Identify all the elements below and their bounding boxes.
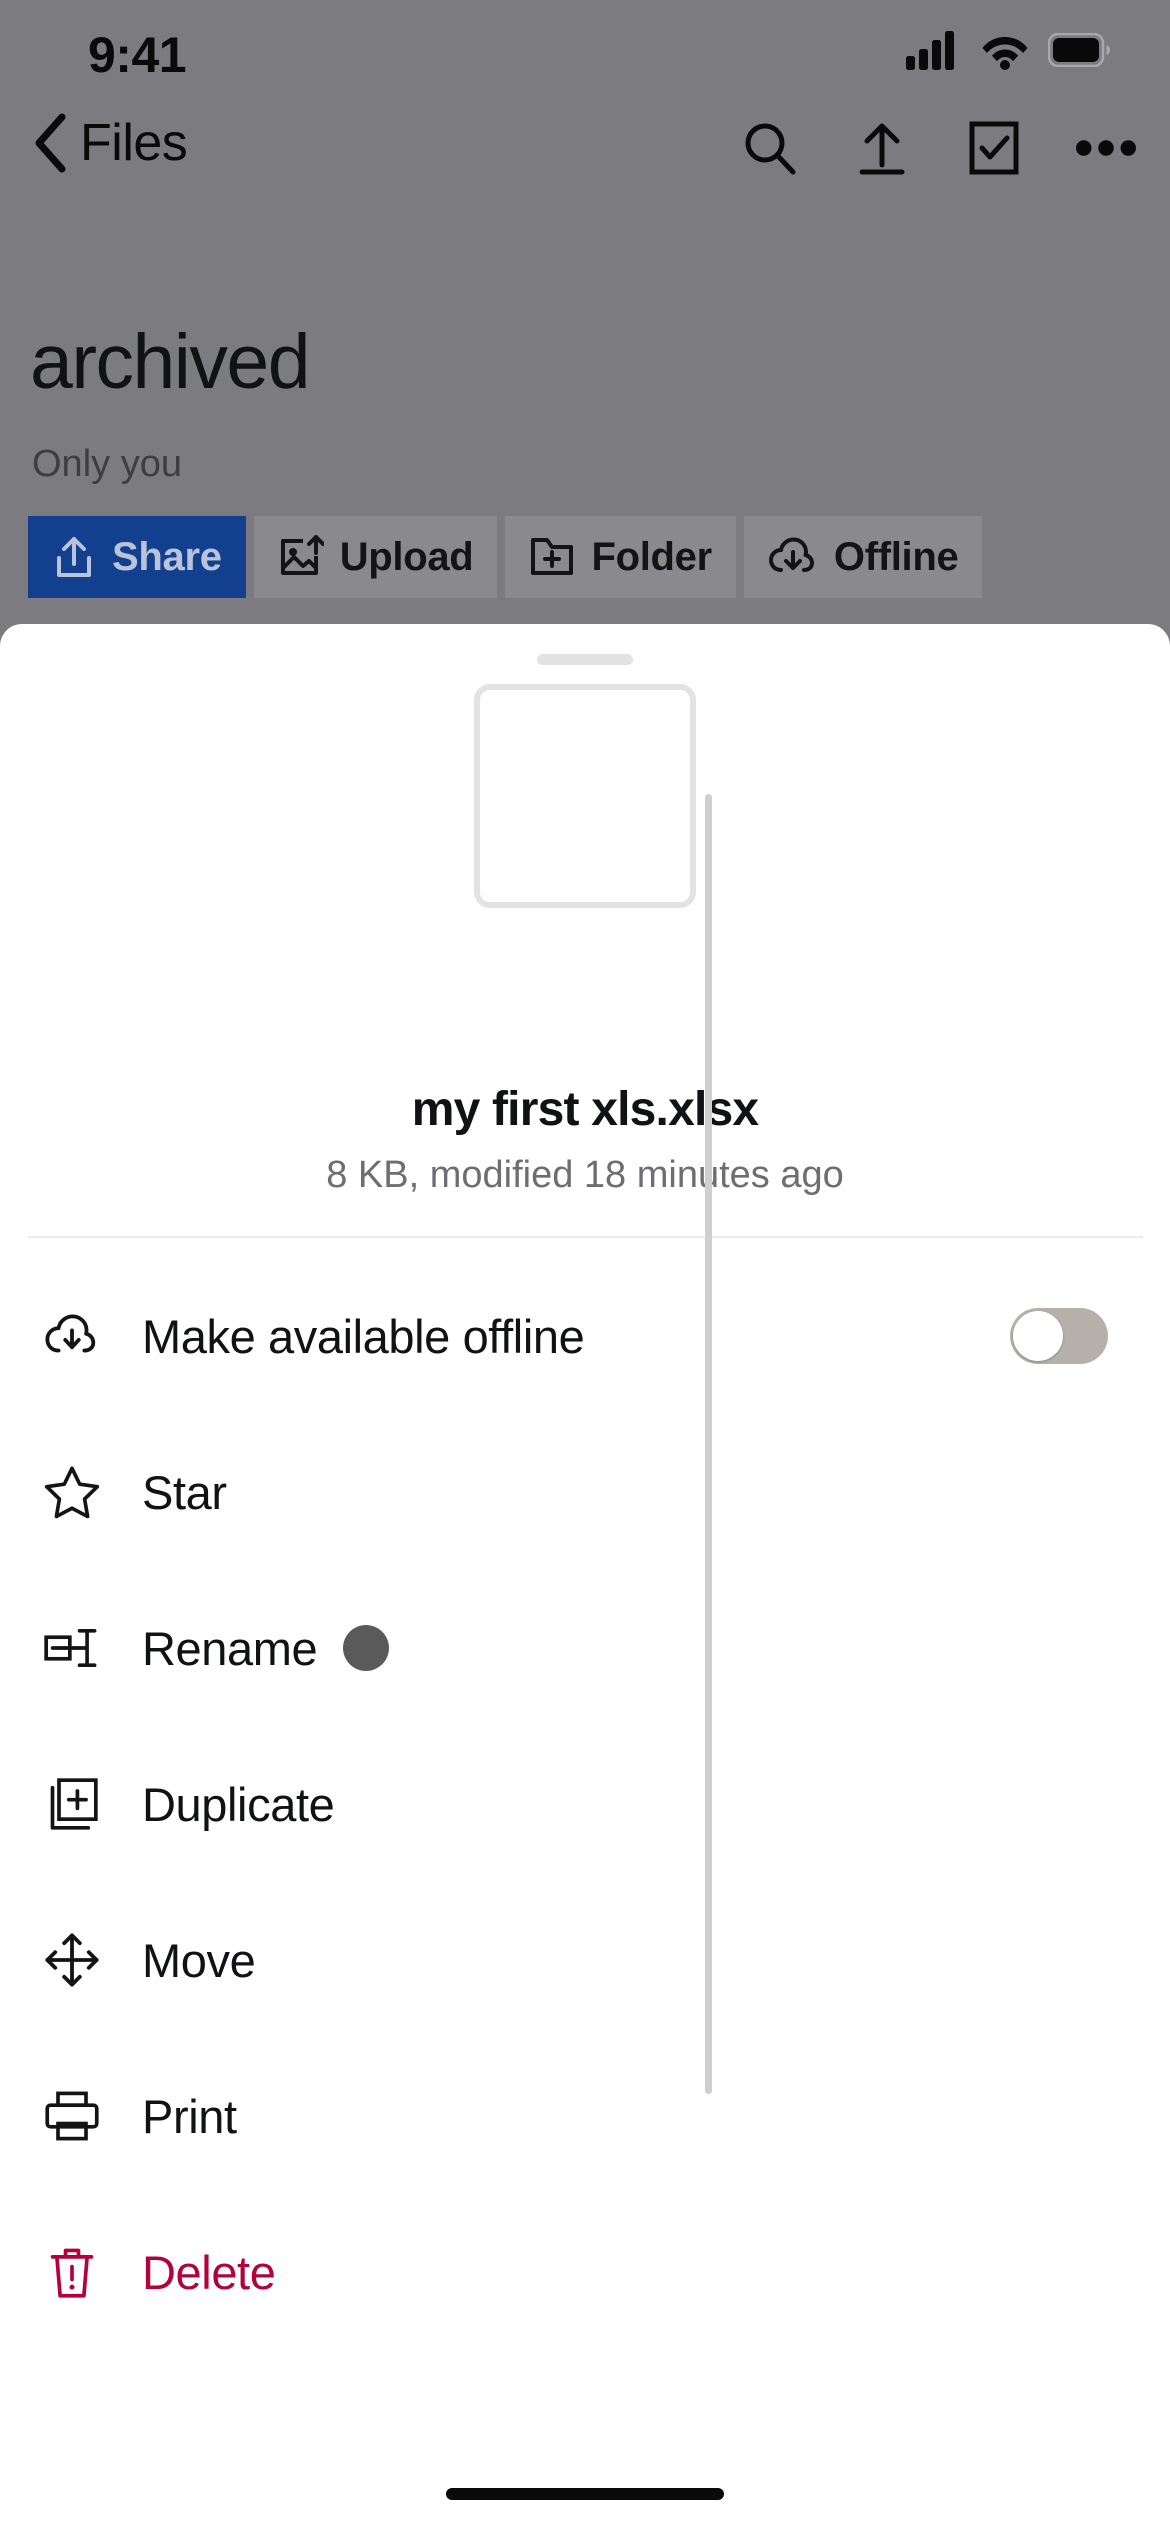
- chip-folder[interactable]: Folder: [505, 516, 736, 598]
- star-outline-icon: [40, 1460, 104, 1524]
- home-indicator: [446, 2488, 724, 2500]
- chip-upload[interactable]: Upload: [253, 516, 498, 598]
- menu-item-label: Star: [142, 1465, 227, 1519]
- chip-share[interactable]: Share: [28, 516, 246, 598]
- touch-indicator-dot: [343, 1625, 390, 1671]
- file-action-menu: Make available offline Star Rename Dupli…: [0, 1240, 1170, 2324]
- rename-icon: [40, 1616, 104, 1680]
- status-bar: 9:41: [0, 0, 1170, 110]
- menu-item-make-available-offline[interactable]: Make available offline: [0, 1284, 1170, 1388]
- chip-folder-label: Folder: [591, 534, 712, 579]
- back-button-label: Files: [80, 114, 188, 172]
- chip-offline[interactable]: Offline: [743, 516, 983, 598]
- file-action-sheet: my first xls.xlsx 8 KB, modified 18 minu…: [0, 624, 1170, 2532]
- chevron-left-icon: [35, 113, 66, 173]
- menu-item-label: Print: [142, 2089, 237, 2143]
- chip-share-label: Share: [112, 534, 222, 579]
- menu-item-delete[interactable]: Delete: [0, 2220, 1170, 2324]
- cloud-download-icon: [40, 1304, 104, 1368]
- offline-toggle[interactable]: [1010, 1308, 1108, 1364]
- sheet-scrollbar[interactable]: [705, 794, 712, 2094]
- chip-upload-label: Upload: [339, 534, 474, 579]
- sheet-divider: [28, 1236, 1143, 1238]
- folder-add-icon: [531, 538, 574, 575]
- battery-icon: [1048, 33, 1110, 67]
- quick-action-chips: Share Upload Folder Offline: [28, 516, 983, 598]
- sheet-drag-handle[interactable]: [537, 654, 633, 665]
- page-subtitle: Only you: [32, 443, 182, 485]
- back-button[interactable]: Files: [30, 112, 188, 174]
- status-bar-icons: [906, 30, 1110, 70]
- menu-item-rename[interactable]: Rename: [0, 1596, 1170, 1700]
- menu-item-label: Rename: [142, 1621, 318, 1675]
- menu-item-label: Make available offline: [142, 1309, 585, 1363]
- menu-item-move[interactable]: Move: [0, 1908, 1170, 2012]
- file-thumbnail-placeholder: [474, 684, 696, 908]
- printer-icon: [40, 2084, 104, 2148]
- search-icon[interactable]: [740, 118, 800, 178]
- duplicate-icon: [40, 1772, 104, 1836]
- menu-item-duplicate[interactable]: Duplicate: [0, 1752, 1170, 1856]
- menu-item-label: Duplicate: [142, 1777, 335, 1831]
- select-checkbox-icon[interactable]: [964, 118, 1024, 178]
- trash-warning-icon: [40, 2240, 104, 2304]
- chip-offline-label: Offline: [833, 534, 959, 579]
- menu-item-label: Move: [142, 1933, 256, 1987]
- more-options-icon[interactable]: [1076, 118, 1136, 178]
- menu-item-star[interactable]: Star: [0, 1440, 1170, 1544]
- menu-item-print[interactable]: Print: [0, 2064, 1170, 2168]
- move-arrows-icon: [40, 1928, 104, 1992]
- cellular-signal-icon: [906, 31, 954, 70]
- file-name: my first xls.xlsx: [411, 1083, 759, 1136]
- navigation-actions: [740, 118, 1136, 178]
- toggle-knob: [1013, 1311, 1063, 1361]
- menu-item-label: Delete: [142, 2245, 276, 2299]
- file-meta: 8 KB, modified 18 minutes ago: [326, 1154, 844, 1196]
- page-title: archived: [30, 319, 311, 405]
- status-bar-clock: 9:41: [88, 27, 187, 83]
- wifi-icon: [982, 37, 1028, 70]
- cloud-download-icon: [768, 537, 814, 572]
- navigation-bar: Files: [0, 100, 1170, 210]
- upload-icon[interactable]: [852, 118, 912, 178]
- share-icon: [57, 537, 91, 577]
- image-upload-icon: [280, 535, 324, 575]
